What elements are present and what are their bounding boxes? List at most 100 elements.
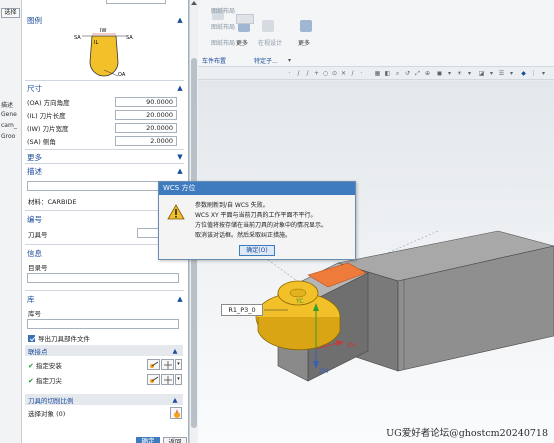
check-icon: ✔ (28, 361, 34, 370)
view-icon-1[interactable]: ▦ (374, 70, 381, 77)
more-section-header[interactable]: 更多 ▼ (24, 151, 185, 163)
size-section-header[interactable]: 尺寸 ▲ (24, 82, 185, 94)
figure-section-header[interactable]: 图例 ▲ (24, 14, 185, 26)
cut-ratio-bar[interactable]: 刀具的切削比例 ▲ (25, 394, 183, 405)
number-section-title: 编号 (27, 214, 42, 224)
more-icon-2 (300, 20, 312, 32)
snap-icon-7[interactable]: ✕ (340, 70, 347, 77)
filter-icon[interactable]: ⋮ (530, 70, 537, 77)
library-number-input[interactable] (27, 319, 179, 329)
wcs-orientation-dialog: WCS 方位 参数刷新到/自 WCS 失败。 WCS XY 平面与当前刀具的工作… (158, 181, 356, 260)
ribbon-tab-2[interactable]: 特定子... (254, 56, 278, 65)
axis-x-label: XM (346, 342, 355, 349)
layer-icon[interactable]: ☰ (498, 70, 505, 77)
side-text-1: 描述 (1, 102, 14, 109)
description-input[interactable] (27, 181, 179, 191)
snap-icon-5[interactable]: ○ (322, 70, 329, 77)
export-part-checkbox[interactable] (28, 334, 35, 342)
collapse-icon[interactable]: ▲ (170, 346, 180, 356)
wcs-confirm-button[interactable]: 确定(O) (239, 245, 275, 256)
axis-y-label: YC (295, 298, 304, 305)
expand-icon[interactable]: ▼ (175, 152, 185, 162)
wcs-message-line-2: WCS XY 平面与当前刀具的工作平面不平行。 (195, 212, 317, 219)
ribbon-more-1[interactable]: 更多 (236, 38, 248, 47)
ribbon-box (236, 14, 254, 24)
back-button[interactable]: 返回 (163, 437, 187, 443)
clip-dropdown-icon[interactable]: ▾ (488, 70, 495, 77)
render-icon[interactable]: ◼ (436, 70, 443, 77)
catalog-number-input[interactable] (27, 273, 179, 283)
ribbon-faded-design: 在视设计 (258, 40, 283, 47)
top-partial-field[interactable] (106, 0, 166, 4)
light-dropdown-icon[interactable]: ▾ (466, 70, 473, 77)
render-dropdown-icon[interactable]: ▾ (446, 70, 453, 77)
select-object-label: 选择对象 (0) (28, 410, 66, 418)
desc-section-header[interactable]: 描述 ▲ (24, 165, 185, 177)
snap-icon-2[interactable]: / (295, 70, 302, 77)
snap-icon-3[interactable]: / (304, 70, 311, 77)
snap-icon-1[interactable]: · (286, 70, 293, 77)
il-input[interactable]: 20.0000 (115, 109, 177, 120)
library-section-header[interactable]: 库 ▲ (24, 293, 185, 305)
select-object-button[interactable] (170, 407, 182, 419)
il-label: (IL) 刀片长度 (27, 111, 66, 120)
point-pick-button[interactable] (161, 359, 174, 370)
export-part-checkbox-row[interactable]: 导出刀具部件文件 (28, 333, 90, 343)
check-icon: ✔ (28, 376, 34, 385)
sa-label: (SA) 侧角 (27, 137, 56, 146)
sa-input[interactable]: 2.0000 (115, 135, 177, 146)
view-icon-2[interactable]: ◧ (384, 70, 391, 77)
ok-button[interactable]: 确定 (136, 437, 160, 443)
collapse-icon[interactable]: ▲ (175, 294, 185, 304)
side-text-3: cam_ (1, 122, 17, 129)
layer-dropdown-icon[interactable]: ▾ (508, 70, 515, 77)
oa-row: (OA) 方向角度 90.0000 (27, 96, 177, 107)
light-icon[interactable]: ☀ (456, 70, 463, 77)
ribbon-tab-1[interactable]: 车件布置 (202, 56, 226, 65)
info-section-title: 信息 (27, 248, 42, 258)
tab-dropdown-icon[interactable]: ▾ (288, 57, 291, 64)
color-icon[interactable]: ◆ (520, 70, 527, 77)
ribbon-more-2[interactable]: 更多 (298, 38, 310, 47)
ribbon: 图纸布局 图纸布局 图纸布局 更多 在视设计 更多 车件布置 特定子... ▾ (198, 0, 554, 70)
more-tools-icon[interactable]: ▾ (540, 70, 547, 77)
point-type-dropdown[interactable]: ▾ (175, 359, 182, 370)
ribbon-faded-2: 图纸布局 (211, 24, 236, 31)
iw-input[interactable]: 20.0000 (115, 122, 177, 133)
point-dialog-button[interactable] (147, 359, 160, 370)
view-icon-6[interactable]: ⊕ (424, 70, 431, 77)
scroll-up-icon[interactable] (191, 1, 197, 5)
collapse-icon[interactable]: ▲ (175, 15, 185, 25)
wcs-message-line-3: 方位值将按存储在当前刀具的对象中的情况显示。 (195, 222, 328, 229)
iw-row: (IW) 刀片宽度 20.0000 (27, 122, 177, 133)
iw-label: (IW) 刀片宽度 (27, 124, 69, 133)
side-text-2: Gene (1, 111, 17, 118)
divider (25, 80, 184, 81)
view-icon-4[interactable]: ↺ (404, 70, 411, 77)
snap-icon-8[interactable]: / (349, 70, 356, 77)
collapse-icon[interactable]: ▲ (175, 166, 185, 176)
il-row: (IL) 刀片长度 20.0000 (27, 109, 177, 120)
view-icon-5[interactable]: ⤢ (414, 70, 421, 77)
clip-icon[interactable]: ◪ (478, 70, 485, 77)
warning-icon (167, 204, 185, 220)
more-section-title: 更多 (27, 152, 42, 162)
assoc-point-bar[interactable]: 联接点 ▲ (25, 345, 183, 356)
oa-input[interactable]: 90.0000 (115, 96, 177, 107)
select-object-row: 选择对象 (0) (28, 407, 182, 419)
library-section-title: 库 (27, 294, 35, 304)
tip-point-pick-button[interactable] (161, 374, 174, 385)
select-button[interactable]: 选择 (1, 8, 20, 18)
specify-tip-label: 指定刀尖 (35, 376, 62, 385)
snap-icon-6[interactable]: ⊙ (331, 70, 338, 77)
tip-point-dialog-button[interactable] (147, 374, 160, 385)
tip-point-type-dropdown[interactable]: ▾ (175, 374, 182, 385)
collapse-icon[interactable]: ▲ (170, 395, 180, 405)
collapse-icon[interactable]: ▲ (175, 83, 185, 93)
snap-icon-9[interactable]: · (358, 70, 365, 77)
forum-watermark: UG爱好者论坛@ghostcm20240718 (386, 428, 548, 439)
specify-tip-row: ✔ 指定刀尖 ▾ (28, 374, 182, 385)
snap-icon-4[interactable]: + (313, 70, 320, 77)
view-icon-3[interactable]: ⌕ (394, 70, 401, 77)
graphics-viewport[interactable]: YC ZM XM (198, 81, 554, 443)
